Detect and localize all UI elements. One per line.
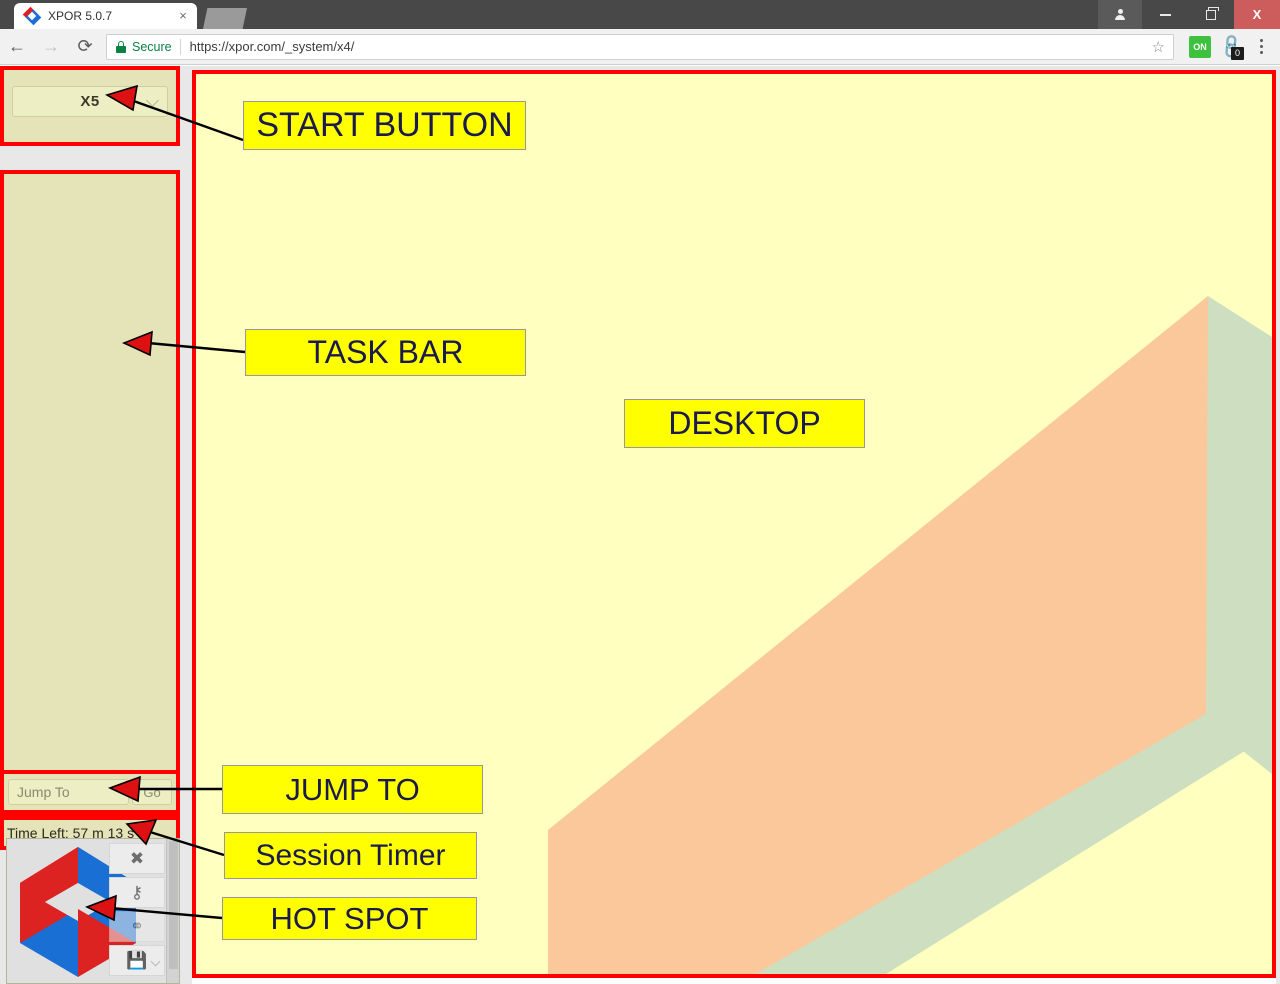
start-button-value: X5: [80, 93, 100, 110]
tab-close-icon[interactable]: ×: [175, 8, 191, 24]
address-bar[interactable]: Secure https://xpor.com/_system/x4/ ☆: [106, 33, 1174, 60]
hot-spot-buttons: ✖ ⚷ ⚭ 💾: [109, 843, 165, 976]
url-text: https://xpor.com/_system/x4/: [189, 39, 355, 54]
maximize-button[interactable]: [1188, 0, 1234, 29]
extension-link-icon[interactable]: 🔗 0: [1217, 32, 1245, 60]
callout-desktop: DESKTOP: [624, 399, 865, 448]
screenshot-root: XPOR 5.0.7 × X ← → ⟳ Secure https://xpor…: [0, 0, 1280, 984]
new-tab-button[interactable]: [203, 8, 247, 29]
callout-jump-to: JUMP TO: [222, 765, 483, 814]
profile-button[interactable]: [1098, 0, 1142, 29]
forward-button[interactable]: →: [34, 30, 68, 64]
window-close-button[interactable]: X: [1234, 0, 1280, 29]
restore-icon: [1206, 6, 1219, 20]
task-bar-panel[interactable]: [0, 170, 180, 818]
page-body: X5 Jump To Go Time Left: 57 m 13 s ✖ ⚷ ⚭…: [0, 66, 1280, 984]
callout-session-timer: Session Timer: [224, 832, 477, 879]
lock-icon: [116, 40, 126, 53]
callout-hot-spot: HOT SPOT: [222, 897, 477, 940]
link-button[interactable]: ⚭: [109, 911, 165, 942]
jump-to-placeholder: Jump To: [17, 784, 70, 800]
security-label: Secure: [132, 39, 172, 54]
page-bleed: [192, 978, 1276, 984]
window-controls: X: [1098, 0, 1280, 29]
tab-title: XPOR 5.0.7: [48, 9, 113, 23]
key-button[interactable]: ⚷: [109, 877, 165, 908]
extension-badge-count: 0: [1231, 46, 1244, 60]
minimize-icon: [1159, 13, 1171, 16]
jump-to-input[interactable]: Jump To: [8, 779, 129, 805]
save-button[interactable]: 💾: [109, 945, 165, 976]
xpor-diamond-favicon: [22, 6, 42, 26]
hot-spot-panel[interactable]: ✖ ⚷ ⚭ 💾: [6, 838, 180, 984]
bookmark-star-icon[interactable]: ☆: [1152, 38, 1165, 56]
chrome-menu-button[interactable]: [1248, 32, 1274, 62]
callout-start-button: START BUTTON: [243, 101, 526, 150]
extension-on-badge[interactable]: ON: [1189, 35, 1211, 58]
back-button[interactable]: ←: [0, 30, 34, 64]
save-glyph: 💾: [126, 950, 148, 970]
omnibox-divider: [179, 38, 181, 55]
scrollbar-thumb[interactable]: [169, 841, 178, 969]
chevron-down-icon: [146, 94, 159, 107]
minimize-button[interactable]: [1142, 0, 1188, 29]
person-icon: [1115, 9, 1126, 20]
callout-task-bar: TASK BAR: [245, 329, 526, 376]
browser-tab[interactable]: XPOR 5.0.7 ×: [14, 3, 197, 29]
reload-button[interactable]: ⟳: [68, 30, 102, 64]
start-button-select[interactable]: X5: [12, 86, 168, 117]
browser-toolbar: ← → ⟳ Secure https://xpor.com/_system/x4…: [0, 29, 1280, 65]
browser-tab-strip: XPOR 5.0.7 × X: [0, 0, 1280, 29]
hot-spot-scrollbar[interactable]: [166, 839, 179, 983]
jump-to-panel: Jump To Go: [0, 770, 180, 814]
start-button-panel: X5: [0, 66, 180, 146]
chevron-down-icon[interactable]: [150, 956, 161, 967]
jump-to-go-button[interactable]: Go: [132, 779, 172, 805]
close-button[interactable]: ✖: [109, 843, 165, 874]
